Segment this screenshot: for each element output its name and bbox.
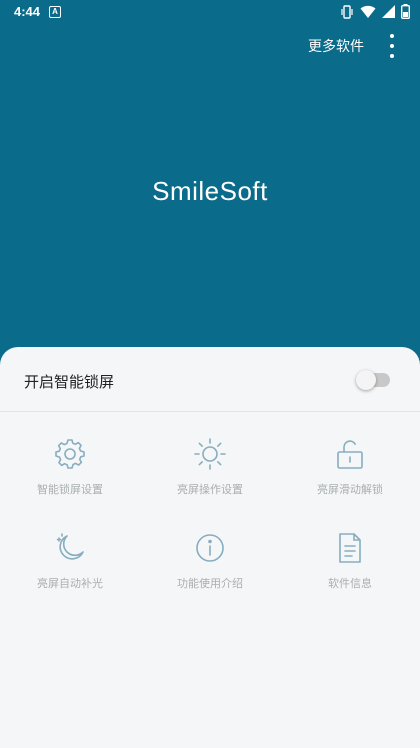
tile-wake-action-settings[interactable]: 亮屏操作设置 bbox=[140, 437, 280, 497]
tile-wake-swipe-unlock[interactable]: 亮屏滑动解锁 bbox=[280, 437, 420, 497]
app-header: 更多软件 bbox=[0, 24, 420, 68]
smart-lock-switch[interactable] bbox=[356, 370, 390, 390]
more-apps-button[interactable]: 更多软件 bbox=[308, 36, 364, 56]
switch-knob[interactable] bbox=[356, 370, 376, 390]
vibrate-icon bbox=[341, 4, 353, 19]
app-title: SmileSoft bbox=[152, 176, 268, 206]
signal-icon bbox=[382, 5, 395, 18]
smart-lock-toggle-row[interactable]: 开启智能锁屏 bbox=[0, 347, 420, 412]
tile-label: 亮屏操作设置 bbox=[177, 484, 243, 496]
tile-smart-lock-settings[interactable]: 智能锁屏设置 bbox=[0, 437, 140, 497]
tile-label: 软件信息 bbox=[328, 578, 372, 590]
tile-label: 亮屏滑动解锁 bbox=[317, 484, 383, 496]
notification-a-icon: A bbox=[49, 6, 61, 18]
tile-label: 亮屏自动补光 bbox=[37, 578, 103, 590]
tile-label: 智能锁屏设置 bbox=[37, 484, 103, 496]
status-bar: 4:44 A bbox=[0, 0, 420, 24]
smart-lock-toggle-label: 开启智能锁屏 bbox=[24, 374, 115, 391]
tile-feature-intro[interactable]: 功能使用介绍 bbox=[140, 531, 280, 591]
tile-wake-auto-light[interactable]: 亮屏自动补光 bbox=[0, 531, 140, 591]
more-vert-icon[interactable] bbox=[386, 34, 398, 58]
sun-icon bbox=[194, 438, 226, 470]
status-time: 4:44 bbox=[14, 4, 41, 19]
battery-icon bbox=[401, 4, 410, 19]
status-icons bbox=[340, 4, 410, 19]
gear-icon bbox=[55, 439, 85, 469]
unlock-icon bbox=[337, 440, 363, 469]
settings-sheet: 开启智能锁屏 智能锁屏设置 亮屏操作设置 亮屏滑动解锁 亮屏自动补光 功能使用介… bbox=[0, 347, 420, 748]
tile-software-info[interactable]: 软件信息 bbox=[280, 531, 420, 591]
document-icon bbox=[339, 533, 361, 563]
moon-icon bbox=[56, 533, 84, 560]
wifi-icon bbox=[360, 5, 376, 18]
feature-grid: 智能锁屏设置 亮屏操作设置 亮屏滑动解锁 亮屏自动补光 功能使用介绍 软件信息 bbox=[0, 437, 420, 591]
tile-label: 功能使用介绍 bbox=[177, 578, 243, 590]
info-icon bbox=[196, 534, 224, 562]
